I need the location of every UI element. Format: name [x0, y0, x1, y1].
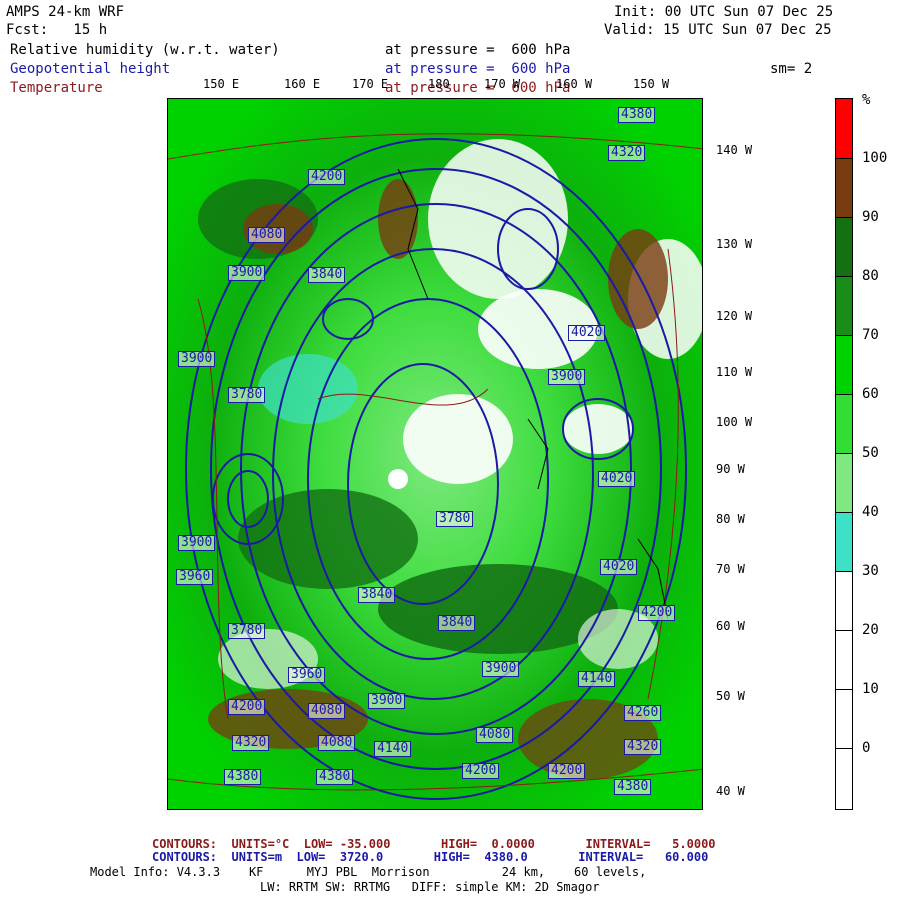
contour-label: 3840 — [308, 267, 346, 283]
right-lon-label: 100 W — [716, 415, 753, 429]
contour-label: 4080 — [248, 227, 286, 243]
top-lon-label: 160 E — [284, 77, 321, 91]
contour-label: 4020 — [598, 471, 636, 487]
contour-label: 4020 — [600, 559, 638, 575]
colorbar-segment — [836, 631, 852, 690]
contour-label: 3960 — [288, 667, 326, 683]
colorbar-segment — [836, 99, 852, 159]
valid-time: Valid: 15 UTC Sun 07 Dec 25 — [604, 22, 832, 38]
contour-label: 4380 — [614, 779, 652, 795]
contour-label: 4200 — [462, 763, 500, 779]
colorbar-label: 90 — [862, 209, 879, 225]
colorbar-segment — [836, 159, 852, 218]
contour-label: 3900 — [228, 265, 266, 281]
right-lon-label: 140 W — [716, 143, 753, 157]
colorbar-label: 80 — [862, 268, 879, 284]
right-lon-label: 50 W — [716, 689, 745, 703]
colorbar-segment — [836, 749, 852, 809]
contour-label: 3780 — [228, 623, 266, 639]
colorbar-segment — [836, 513, 852, 572]
contour-label: 4380 — [316, 769, 354, 785]
contour-label: 3840 — [438, 615, 476, 631]
contour-label: 4200 — [638, 605, 676, 621]
colorbar-label: 10 — [862, 681, 879, 697]
colorbar-segment — [836, 690, 852, 749]
contour-label: 4260 — [624, 705, 662, 721]
top-lon-label: 170 E — [352, 77, 389, 91]
colorbar-segment — [836, 572, 852, 631]
contour-label: 4140 — [578, 671, 616, 687]
colorbar-segment — [836, 218, 852, 277]
contour-label: 3780 — [228, 387, 266, 403]
contour-label: 4200 — [548, 763, 586, 779]
top-lon-label: 150 W — [633, 77, 670, 91]
top-lon-label: 180 — [428, 77, 450, 91]
contour-label: 4080 — [308, 703, 346, 719]
model-title: AMPS 24-km WRF — [6, 4, 125, 20]
colorbar — [835, 98, 853, 810]
contour-label: 3780 — [436, 511, 474, 527]
height-contour-info: CONTOURS: UNITS=m LOW= 3720.0 HIGH= 4380… — [152, 850, 709, 864]
field3-name: Temperature — [10, 80, 103, 96]
top-lon-label: 150 E — [203, 77, 240, 91]
right-lon-label: 60 W — [716, 619, 745, 633]
forecast-hour: Fcst: 15 h — [6, 22, 108, 38]
field2-level: at pressure = 600 hPa — [385, 61, 571, 77]
colorbar-segment — [836, 277, 852, 336]
colorbar-label: 20 — [862, 622, 879, 638]
contour-label: 4020 — [568, 325, 606, 341]
map-panel: 4380 4320 4200 4080 3900 3840 4020 3900 … — [167, 98, 703, 810]
field1-level: at pressure = 600 hPa — [385, 42, 571, 58]
colorbar-segment — [836, 395, 852, 454]
contour-label: 4320 — [624, 739, 662, 755]
contour-label: 4200 — [228, 699, 266, 715]
colorbar-segment — [836, 454, 852, 513]
right-lon-label: 120 W — [716, 309, 753, 323]
contour-label: 4080 — [318, 735, 356, 751]
field1-name: Relative humidity (w.r.t. water) — [10, 42, 280, 58]
colorbar-label: 0 — [862, 740, 871, 756]
contour-label: 3960 — [176, 569, 214, 585]
contour-label: 3900 — [482, 661, 520, 677]
right-lon-label: 110 W — [716, 365, 753, 379]
colorbar-label: 50 — [862, 445, 879, 461]
colorbar-unit: % — [862, 92, 871, 108]
top-lon-label: 160 W — [556, 77, 593, 91]
colorbar-label: 70 — [862, 327, 879, 343]
right-lon-label: 130 W — [716, 237, 753, 251]
smoothing-label: sm= 2 — [770, 61, 813, 77]
right-lon-label: 40 W — [716, 784, 745, 798]
contour-label: 4380 — [618, 107, 656, 123]
colorbar-label: 30 — [862, 563, 879, 579]
contour-label: 4320 — [608, 145, 646, 161]
right-lon-label: 90 W — [716, 462, 745, 476]
contour-label: 4140 — [374, 741, 412, 757]
init-time: Init: 00 UTC Sun 07 Dec 25 — [614, 4, 834, 20]
contour-label: 3900 — [368, 693, 406, 709]
contour-label: 3840 — [358, 587, 396, 603]
model-info: Model Info: V4.3.3 KF MYJ PBL Morrison 2… — [90, 865, 647, 879]
colorbar-label: 60 — [862, 386, 879, 402]
field3-level: at pressure = 600 hPa — [385, 80, 571, 96]
contour-label: 4080 — [476, 727, 514, 743]
colorbar-label: 100 — [862, 150, 888, 166]
contour-label: 4380 — [224, 769, 262, 785]
contour-label: 3900 — [178, 351, 216, 367]
contour-label: 3900 — [178, 535, 216, 551]
colorbar-segment — [836, 336, 852, 395]
colorbar-label: 40 — [862, 504, 879, 520]
top-lon-label: 170 W — [484, 77, 521, 91]
field2-name: Geopotential height — [10, 61, 171, 77]
right-lon-label: 80 W — [716, 512, 745, 526]
contour-label: 3900 — [548, 369, 586, 385]
contour-label: 4200 — [308, 169, 346, 185]
physics-info: LW: RRTM SW: RRTMG DIFF: simple KM: 2D S… — [260, 880, 600, 894]
contour-label: 4320 — [232, 735, 270, 751]
right-lon-label: 70 W — [716, 562, 745, 576]
